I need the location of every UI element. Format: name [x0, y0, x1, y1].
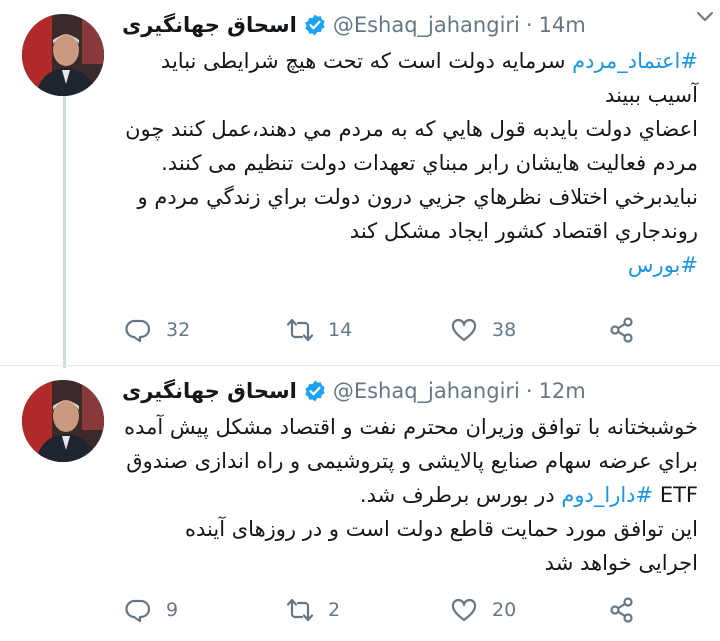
share-button[interactable]	[608, 312, 636, 348]
hashtag-link[interactable]: #اعتماد_مردم	[572, 49, 698, 73]
tweet-text-segment: در بورس برطرف شد.	[359, 483, 562, 507]
thread-connector-line	[63, 96, 66, 368]
like-button[interactable]: 20	[450, 592, 516, 628]
hashtag-link[interactable]: #دارا_دوم	[561, 483, 653, 507]
reply-count: 9	[166, 599, 179, 621]
verified-badge-icon	[305, 14, 325, 36]
avatar[interactable]	[22, 14, 104, 96]
tweet-text-segment: اين توافق مورد حمايت قاطع دولت است و در …	[185, 517, 698, 575]
tweet-paragraph: اين توافق مورد حمايت قاطع دولت است و در …	[122, 512, 698, 580]
tweet-paragraph: نبايدبرخي اختلاف نظرهاي جزيي درون دولت ب…	[122, 180, 699, 248]
tweet-paragraph: #اعتماد_مردم سرمایه دولت است که تحت هیچ …	[122, 44, 698, 112]
like-icon	[451, 318, 477, 342]
tweet-header: اسحاق جهانگیری @Eshaq_jahangiri · 12m	[122, 374, 700, 408]
hashtag-link[interactable]: #بورس	[628, 253, 698, 277]
avatar-photo-icon	[22, 14, 104, 96]
retweet-icon	[286, 598, 314, 622]
tweet-text: خوشبختانه با توافق وزيران محترم نفت و اق…	[122, 410, 698, 580]
avatar[interactable]	[22, 380, 104, 462]
reply-button[interactable]: 32	[124, 312, 190, 348]
share-icon	[610, 317, 633, 343]
tweet[interactable]: اسحاق جهانگیری @Eshaq_jahangiri · 12m خو…	[0, 365, 720, 641]
like-icon	[451, 598, 477, 622]
timestamp[interactable]: 12m	[539, 379, 586, 403]
tweet-text-segment: نبايدبرخي اختلاف نظرهاي جزيي درون دولت ب…	[137, 185, 699, 243]
timestamp[interactable]: 14m	[539, 13, 586, 37]
tweet-paragraph: خوشبختانه با توافق وزيران محترم نفت و اق…	[122, 410, 698, 512]
avatar-photo-icon	[22, 380, 104, 462]
author-name[interactable]: اسحاق جهانگیری	[122, 13, 297, 37]
reply-count: 32	[166, 319, 191, 341]
reply-icon	[125, 599, 151, 623]
retweet-button[interactable]: 14	[286, 312, 352, 348]
reply-button[interactable]: 9	[124, 592, 178, 628]
tweet-header: اسحاق جهانگیری @Eshaq_jahangiri · 14m	[122, 8, 700, 42]
author-handle[interactable]: @Eshaq_jahangiri	[333, 379, 520, 403]
like-count: 20	[492, 599, 517, 621]
action-bar: 9 2 20	[122, 592, 682, 628]
tweet-paragraph: اعضاي دولت بايدبه قول هايي كه به مردم مي…	[122, 112, 698, 180]
verified-badge-icon	[305, 380, 325, 402]
tweet-text: #اعتماد_مردم سرمایه دولت است که تحت هیچ …	[122, 44, 698, 282]
author-name[interactable]: اسحاق جهانگیری	[122, 379, 297, 403]
reply-icon	[125, 319, 151, 343]
tweet-text-segment: اعضاي دولت بايدبه قول هايي كه به مردم مي…	[125, 117, 698, 175]
author-handle[interactable]: @Eshaq_jahangiri	[333, 13, 520, 37]
action-bar: 32 14 38	[122, 312, 682, 348]
like-button[interactable]: 38	[450, 312, 516, 348]
like-count: 38	[492, 319, 517, 341]
retweet-icon	[286, 318, 314, 342]
share-icon	[610, 597, 633, 623]
share-button[interactable]	[608, 592, 636, 628]
retweet-count: 14	[328, 319, 353, 341]
separator-dot: ·	[525, 379, 533, 403]
retweet-button[interactable]: 2	[286, 592, 340, 628]
separator-dot: ·	[525, 13, 533, 37]
retweet-count: 2	[328, 599, 341, 621]
chevron-down-icon[interactable]	[694, 6, 716, 28]
tweet-paragraph: #بورس	[122, 248, 698, 282]
tweet[interactable]: اسحاق جهانگیری @Eshaq_jahangiri · 14m #ا…	[0, 0, 720, 368]
